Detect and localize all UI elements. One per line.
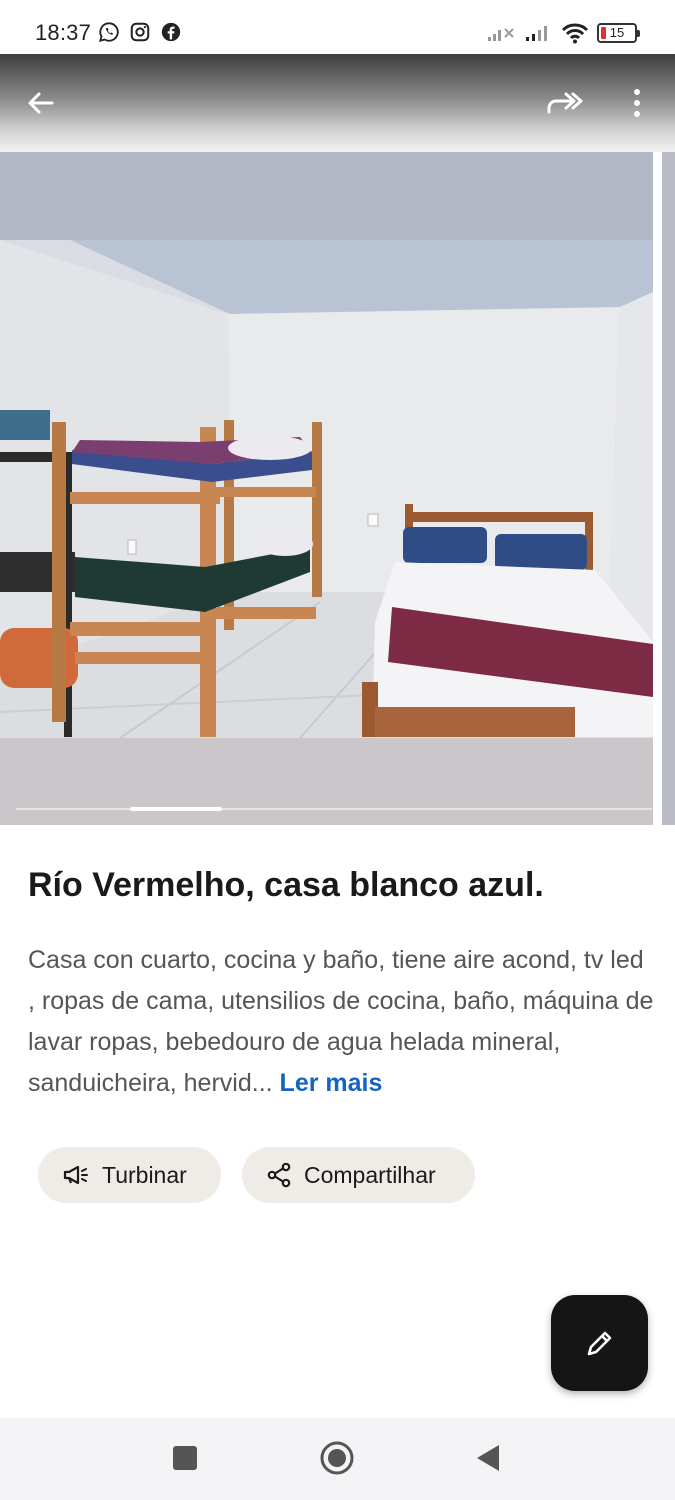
battery-level: 15 <box>609 25 625 40</box>
share-icon <box>267 1162 291 1188</box>
bedroom-photo <box>0 152 654 825</box>
next-photo-peek[interactable] <box>662 152 675 825</box>
nav-back-button[interactable] <box>466 1438 510 1478</box>
more-options-button[interactable] <box>612 78 662 128</box>
signal-icon <box>526 26 547 41</box>
home-circle-icon <box>320 1441 354 1475</box>
photo-carousel[interactable] <box>0 152 675 825</box>
pencil-icon <box>587 1331 611 1356</box>
facebook-icon <box>161 22 181 42</box>
app-bar <box>0 54 675 152</box>
listing-photo[interactable] <box>0 152 654 825</box>
back-button[interactable] <box>16 78 66 128</box>
home-button[interactable] <box>315 1438 359 1478</box>
back-arrow-icon <box>28 92 54 114</box>
share-button[interactable]: Compartilhar <box>242 1147 475 1203</box>
listing-title: Río Vermelho, casa blanco azul. <box>28 866 544 904</box>
wifi-icon <box>561 23 589 44</box>
no-signal-icon <box>488 28 514 41</box>
instagram-icon <box>130 22 150 42</box>
system-icons: 15 <box>487 22 640 44</box>
system-nav-bar <box>0 1418 675 1500</box>
recents-button[interactable] <box>163 1438 207 1478</box>
notification-icons <box>98 21 182 43</box>
carousel-indicator <box>130 807 222 811</box>
more-vert-icon <box>634 89 640 117</box>
carousel-track <box>16 808 652 810</box>
forward-share-button[interactable] <box>540 78 590 128</box>
turbinar-button[interactable]: Turbinar <box>38 1147 221 1203</box>
share-label: Compartilhar <box>304 1161 436 1188</box>
battery-indicator: 15 <box>597 23 640 43</box>
status-bar: 18:37 15 <box>0 0 675 54</box>
megaphone-icon <box>63 1165 88 1185</box>
turbinar-label: Turbinar <box>102 1161 187 1188</box>
edit-fab[interactable] <box>551 1295 648 1391</box>
status-time: 18:37 <box>35 20 92 45</box>
read-more-link[interactable]: Ler mais <box>280 1069 383 1097</box>
triangle-back-icon <box>477 1445 499 1471</box>
listing-description: Casa con cuarto, cocina y baño, tiene ai… <box>28 940 654 1104</box>
forward-share-icon <box>547 92 583 114</box>
square-icon <box>173 1446 197 1470</box>
whatsapp-icon <box>98 22 119 43</box>
